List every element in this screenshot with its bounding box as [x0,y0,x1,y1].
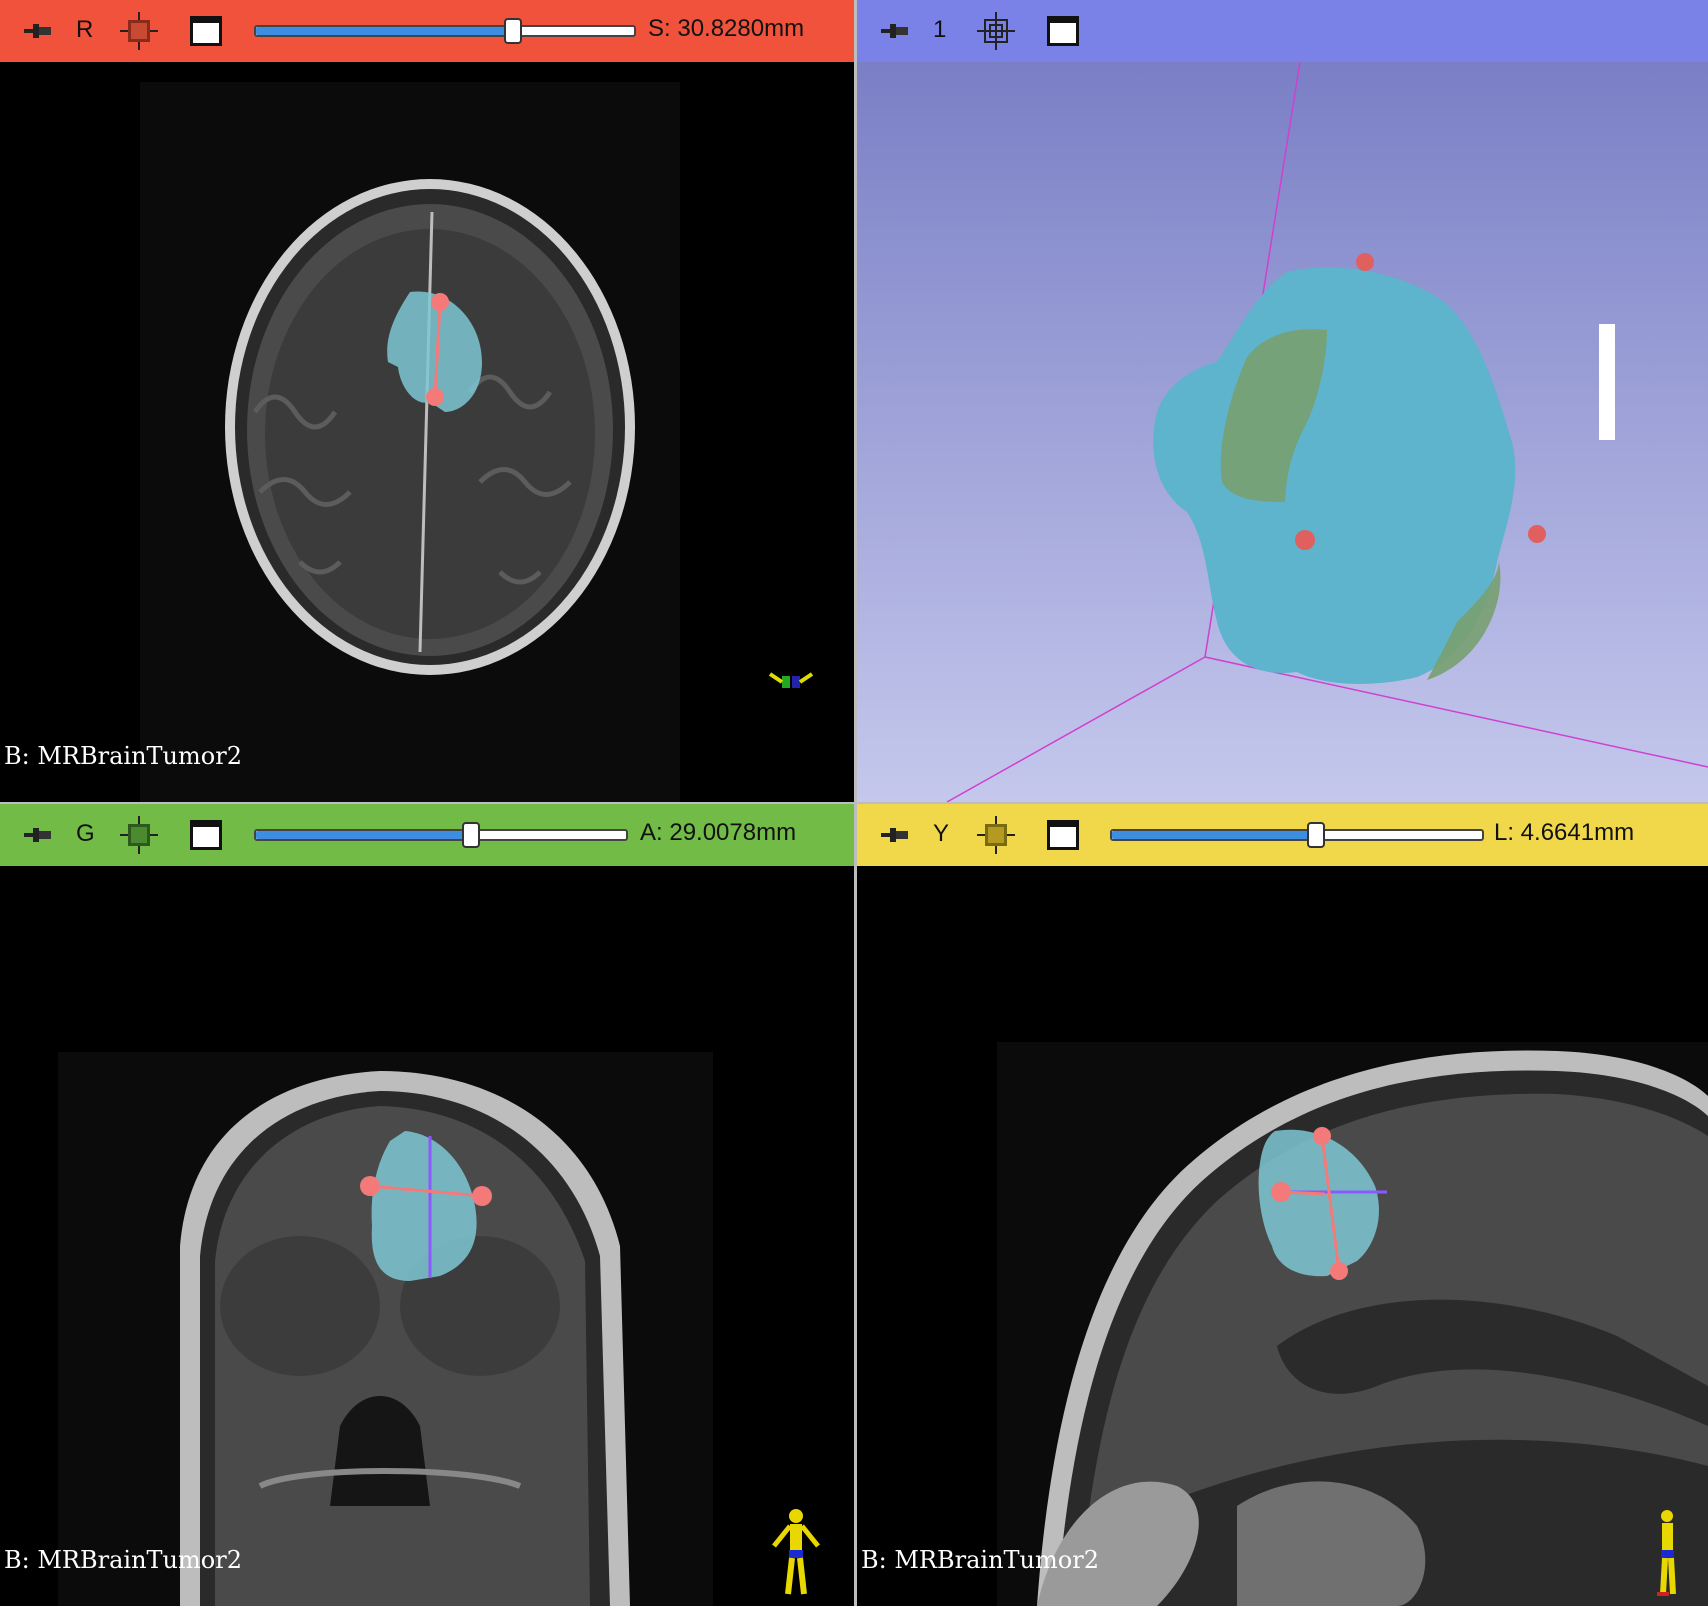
fiducial-point[interactable] [1356,253,1374,271]
slider-thumb[interactable] [1306,822,1325,848]
view-label: Y [933,820,950,847]
background-volume-label: B: MRBrainTumor2 [4,742,242,770]
3d-render-area[interactable] [857,62,1708,802]
center-view-icon[interactable] [977,12,1015,50]
ruler-endpoint[interactable] [1330,1262,1348,1280]
background-volume-label: B: MRBrainTumor2 [4,1546,242,1574]
sagittal-slice-image[interactable] [857,866,1708,1606]
slice-offset-slider[interactable] [254,822,628,848]
slider-fill [1112,831,1316,839]
yellow-view-controller: Y L: 4.6641mm [857,804,1708,866]
ruler-endpoint[interactable] [472,1186,492,1206]
red-view-controller: R S: 30.8280mm [0,0,854,62]
slider-thumb[interactable] [461,822,480,848]
slice-offset-value: A: 29.0078mm [640,819,797,846]
slider-thumb[interactable] [504,18,523,44]
slice-offset-slider[interactable] [1110,822,1484,848]
view-label: G [76,820,95,847]
link-icon[interactable] [977,816,1015,854]
maximize-view-icon[interactable] [190,16,222,46]
red-slice-view[interactable]: R S: 30.8280mm B: MRBrainTumor2 [0,0,854,802]
slider-fill [256,27,514,35]
yellow-slice-view[interactable]: Y L: 4.6641mm B: MRBrainTumor2 [857,804,1708,1606]
link-icon[interactable] [120,12,158,50]
scale-bar [1599,324,1615,440]
orientation-marker-icon [768,672,814,688]
pin-icon[interactable] [24,826,52,844]
green-slice-view[interactable]: G A: 29.0078mm B: MRBrainTumor2 [0,804,854,1606]
slice-offset-value: S: 30.8280mm [648,15,805,42]
maximize-view-icon[interactable] [1047,16,1079,46]
ruler-endpoint[interactable] [1313,1127,1331,1145]
ruler-endpoint[interactable] [1271,1182,1291,1202]
axial-slice-image[interactable] [0,62,854,802]
slider-fill [256,831,471,839]
slice-offset-slider[interactable] [254,18,636,44]
pin-icon[interactable] [24,22,52,40]
green-view-controller: G A: 29.0078mm [0,804,854,866]
orientation-marker-icon [772,1509,820,1595]
fiducial-point[interactable] [1528,525,1546,543]
pin-icon[interactable] [881,22,909,40]
3d-view-controller: 1 [857,0,1708,62]
slice-offset-value: L: 4.6641mm [1494,819,1635,846]
ruler-endpoint[interactable] [360,1176,380,1196]
fiducial-point[interactable] [1295,530,1315,550]
background-volume-label: B: MRBrainTumor2 [861,1546,1099,1574]
pin-icon[interactable] [881,826,909,844]
view-label: 1 [933,16,947,43]
view-divider-horizontal[interactable] [0,802,1708,804]
view-label: R [76,16,94,43]
ruler-endpoint[interactable] [431,293,449,311]
maximize-view-icon[interactable] [1047,820,1079,850]
3d-view[interactable]: 1 [857,0,1708,802]
coronal-slice-image[interactable] [0,866,854,1606]
ruler-endpoint[interactable] [426,388,444,406]
link-icon[interactable] [120,816,158,854]
maximize-view-icon[interactable] [190,820,222,850]
